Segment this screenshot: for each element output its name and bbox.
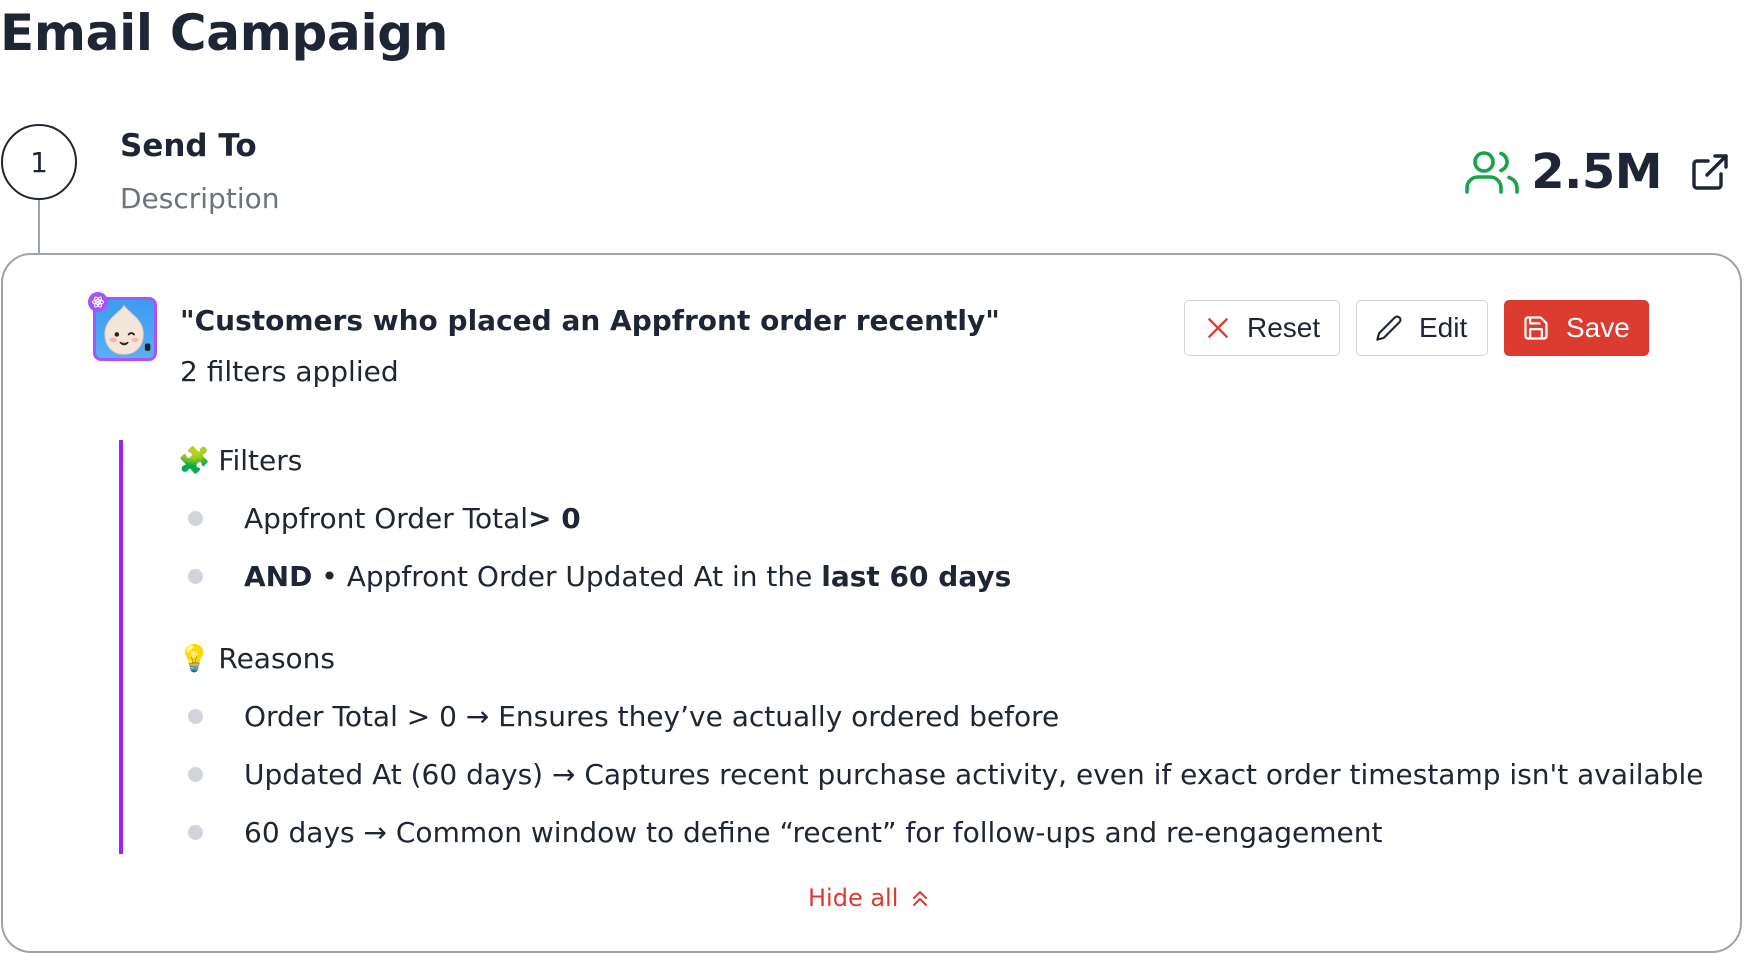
audience-count: 2.5M bbox=[1531, 144, 1662, 200]
edit-label: Edit bbox=[1419, 312, 1468, 343]
edit-button[interactable]: Edit bbox=[1356, 300, 1488, 356]
filter-item: Appfront Order Total > 0 bbox=[188, 502, 581, 535]
filters-heading-label: Filters bbox=[218, 444, 303, 477]
save-label: Save bbox=[1566, 312, 1630, 343]
filter-condition: last 60 days bbox=[821, 560, 1012, 593]
reset-label: Reset bbox=[1247, 312, 1321, 343]
filter-item: AND • Appfront Order Updated At in the l… bbox=[188, 560, 1011, 593]
filter-text: Appfront Order Total bbox=[244, 502, 529, 535]
reason-item: 60 days → Common window to define “recen… bbox=[188, 816, 1382, 849]
page-title: Email Campaign bbox=[0, 4, 449, 62]
hide-all-label: Hide all bbox=[808, 884, 899, 912]
reasons-heading: 💡 Reasons bbox=[178, 642, 335, 675]
segment-name: "Customers who placed an Appfront order … bbox=[180, 304, 1000, 337]
save-button[interactable]: Save bbox=[1504, 300, 1649, 356]
reasons-heading-label: Reasons bbox=[218, 642, 336, 675]
floppy-disk-icon bbox=[1524, 316, 1548, 340]
filters-heading: 🧩 Filters bbox=[178, 444, 302, 477]
reason-text: Order Total > 0 → Ensures they’ve actual… bbox=[244, 700, 1060, 733]
reason-item: Updated At (60 days) → Captures recent p… bbox=[188, 758, 1704, 791]
hide-all-button[interactable]: Hide all bbox=[808, 884, 930, 912]
step-number: 1 bbox=[30, 145, 48, 179]
step-description: Description bbox=[120, 182, 280, 215]
chevrons-up-icon bbox=[913, 891, 928, 906]
bullet-icon bbox=[188, 569, 203, 584]
puzzle-icon: 🧩 bbox=[178, 445, 211, 476]
bullet-icon bbox=[188, 825, 203, 840]
reason-text: 60 days → Common window to define “recen… bbox=[244, 816, 1383, 849]
filter-text: Appfront Order Updated At in the bbox=[346, 560, 822, 593]
bullet-icon bbox=[188, 767, 203, 782]
bullet-icon bbox=[188, 709, 203, 724]
audience-size: 2.5M bbox=[1465, 144, 1730, 200]
users-icon bbox=[1465, 151, 1520, 194]
atom-icon bbox=[88, 292, 108, 312]
bullet-icon bbox=[188, 511, 203, 526]
reason-text: Updated At (60 days) → Captures recent p… bbox=[244, 758, 1704, 791]
filter-separator: • bbox=[312, 560, 347, 593]
filters-applied-count: 2 filters applied bbox=[180, 355, 399, 388]
external-link-icon[interactable] bbox=[1690, 152, 1730, 192]
close-icon bbox=[1208, 318, 1228, 338]
step-title: Send To bbox=[120, 128, 257, 164]
step-connector-line bbox=[38, 200, 40, 256]
pencil-icon bbox=[1376, 315, 1402, 341]
lightbulb-icon: 💡 bbox=[178, 643, 211, 674]
reason-item: Order Total > 0 → Ensures they’ve actual… bbox=[188, 700, 1059, 733]
filter-operator: AND bbox=[244, 560, 313, 593]
details-accent-bar bbox=[119, 440, 123, 854]
step-number-badge: 1 bbox=[1, 124, 77, 200]
reset-button[interactable]: Reset bbox=[1184, 300, 1340, 356]
filter-condition: > 0 bbox=[528, 502, 581, 535]
